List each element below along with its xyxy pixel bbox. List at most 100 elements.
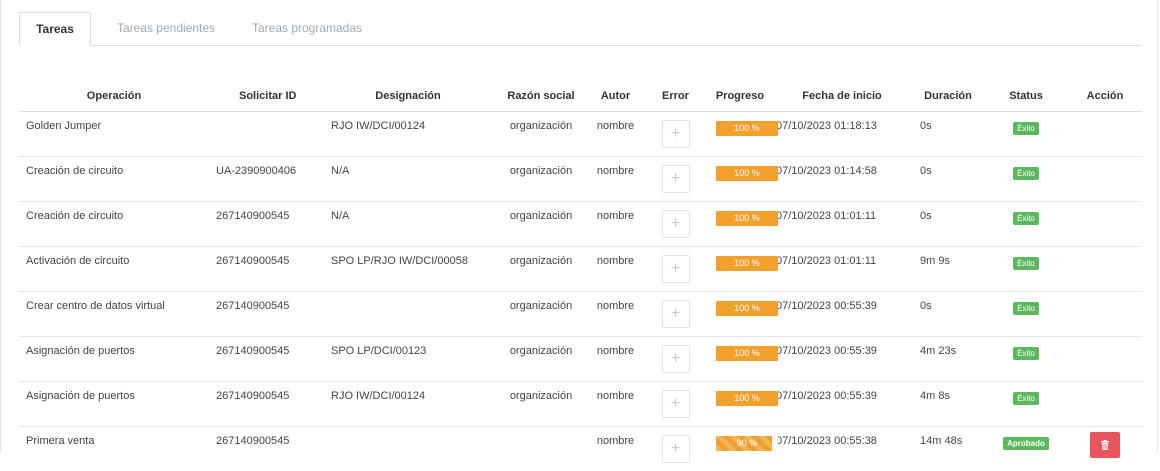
tab-tareas-pendientes[interactable]: Tareas pendientes (103, 12, 229, 45)
cell-autor: nombre (588, 292, 643, 333)
cell-operacion: Asignación de puertos (19, 382, 209, 423)
cell-accion (1068, 337, 1142, 382)
progress-bar: 100 % (716, 346, 778, 361)
cell-autor: nombre (588, 112, 643, 153)
col-error[interactable]: Error (643, 80, 708, 112)
cell-razon-social: organización (494, 202, 588, 243)
cell-autor: nombre (588, 382, 643, 423)
progress-label: 100 % (716, 391, 778, 406)
cell-fecha: 07/10/2023 01:01:11 (772, 202, 912, 243)
col-operacion[interactable]: Operación (19, 80, 209, 112)
tab-tareas-programadas[interactable]: Tareas programadas (237, 12, 377, 45)
progress-label: 100 % (716, 301, 778, 316)
table-row[interactable]: Activación de circuito 267140900545 SPO … (19, 247, 1142, 292)
cell-autor: nombre (588, 247, 643, 288)
plus-icon: + (671, 170, 680, 187)
cell-designacion: N/A (322, 202, 494, 243)
col-status[interactable]: Status (984, 80, 1068, 112)
cell-accion (1068, 247, 1142, 292)
table-row[interactable]: Creación de circuito UA-2390900406 N/A o… (19, 157, 1142, 202)
progress-bar: 100 % (716, 256, 778, 271)
cell-operacion: Crear centro de datos virtual (19, 292, 209, 333)
plus-icon: + (671, 350, 680, 367)
progress-bar: 100 % (716, 211, 778, 226)
table-row[interactable]: Crear centro de datos virtual 2671409005… (19, 292, 1142, 337)
cell-autor: nombre (588, 157, 643, 198)
col-duracion[interactable]: Duración (912, 80, 984, 112)
col-solicitar-id[interactable]: Solicitar ID (209, 80, 322, 112)
progress-label: 100 % (716, 166, 778, 181)
cell-solicitar-id: 267140900545 (209, 247, 322, 288)
progress-label: 100 % (716, 346, 778, 361)
progress-bar: 100 % (716, 121, 778, 136)
cell-autor: nombre (588, 202, 643, 243)
table-header: Operación Solicitar ID Designación Razón… (19, 80, 1142, 112)
error-expand-button[interactable]: + (662, 120, 690, 148)
cell-fecha: 07/10/2023 00:55:38 (772, 427, 912, 468)
cell-designacion: RJO IW/DCI/00124 (322, 382, 494, 423)
col-fecha[interactable]: Fecha de inicio (772, 80, 912, 112)
status-badge: Éxito (1013, 392, 1039, 405)
cell-solicitar-id: 267140900545 (209, 202, 322, 243)
progress-label: 90 % (716, 436, 778, 451)
cell-razon-social: organización (494, 337, 588, 378)
cell-designacion: SPO LP/RJO IW/DCI/00058 (322, 247, 494, 288)
status-badge: Éxito (1013, 167, 1039, 180)
status-badge: Éxito (1013, 212, 1039, 225)
cell-autor: nombre (588, 427, 643, 468)
table-row[interactable]: Asignación de puertos 267140900545 RJO I… (19, 382, 1142, 427)
cell-duracion: 0s (912, 157, 984, 198)
col-razon-social[interactable]: Razón social (494, 80, 588, 112)
cell-solicitar-id: 267140900545 (209, 427, 322, 468)
error-expand-button[interactable]: + (662, 210, 690, 238)
error-expand-button[interactable]: + (662, 255, 690, 283)
cell-accion (1068, 112, 1142, 157)
cell-operacion: Activación de circuito (19, 247, 209, 288)
plus-icon: + (671, 125, 680, 142)
progress-bar: 90 % (716, 436, 778, 451)
cell-designacion (322, 292, 494, 333)
plus-icon: + (671, 440, 680, 457)
col-accion: Acción (1068, 80, 1142, 112)
error-expand-button[interactable]: + (662, 165, 690, 193)
plus-icon: + (671, 215, 680, 232)
table-row[interactable]: Golden Jumper RJO IW/DCI/00124 organizac… (19, 112, 1142, 157)
cell-accion (1068, 202, 1142, 247)
tab-bar: Tareas Tareas pendientes Tareas programa… (19, 12, 1142, 46)
col-progreso[interactable]: Progreso (708, 80, 772, 112)
cell-designacion: N/A (322, 157, 494, 198)
col-designacion[interactable]: Designación (322, 80, 494, 112)
table-row[interactable]: Creación de circuito 267140900545 N/A or… (19, 202, 1142, 247)
cell-duracion: 0s (912, 292, 984, 333)
cell-duracion: 14m 48s (912, 427, 984, 468)
error-expand-button[interactable]: + (662, 345, 690, 373)
cell-fecha: 07/10/2023 01:14:58 (772, 157, 912, 198)
plus-icon: + (671, 260, 680, 277)
cell-designacion (322, 427, 494, 468)
progress-bar: 100 % (716, 166, 778, 181)
cell-razon-social: organización (494, 292, 588, 333)
progress-bar: 100 % (716, 391, 778, 406)
cell-accion (1068, 292, 1142, 337)
cell-designacion: RJO IW/DCI/00124 (322, 112, 494, 153)
status-badge: Éxito (1013, 302, 1039, 315)
plus-icon: + (671, 395, 680, 412)
tab-tareas[interactable]: Tareas (19, 12, 91, 46)
error-expand-button[interactable]: + (662, 300, 690, 328)
cell-fecha: 07/10/2023 00:55:39 (772, 382, 912, 423)
table-row[interactable]: Asignación de puertos 267140900545 SPO L… (19, 337, 1142, 382)
plus-icon: + (671, 305, 680, 322)
cell-solicitar-id: 267140900545 (209, 337, 322, 378)
cell-accion (1068, 427, 1142, 471)
cell-duracion: 0s (912, 112, 984, 153)
cell-razon-social: organización (494, 247, 588, 288)
progress-label: 100 % (716, 256, 778, 271)
col-autor[interactable]: Autor (588, 80, 643, 112)
cell-designacion: SPO LP/DCI/00123 (322, 337, 494, 378)
error-expand-button[interactable]: + (662, 390, 690, 418)
progress-bar: 100 % (716, 301, 778, 316)
error-expand-button[interactable]: + (662, 435, 690, 463)
cell-fecha: 07/10/2023 00:55:39 (772, 292, 912, 333)
delete-button[interactable] (1090, 432, 1120, 458)
table-row[interactable]: Primera venta 267140900545 nombre + 90 %… (19, 427, 1142, 471)
